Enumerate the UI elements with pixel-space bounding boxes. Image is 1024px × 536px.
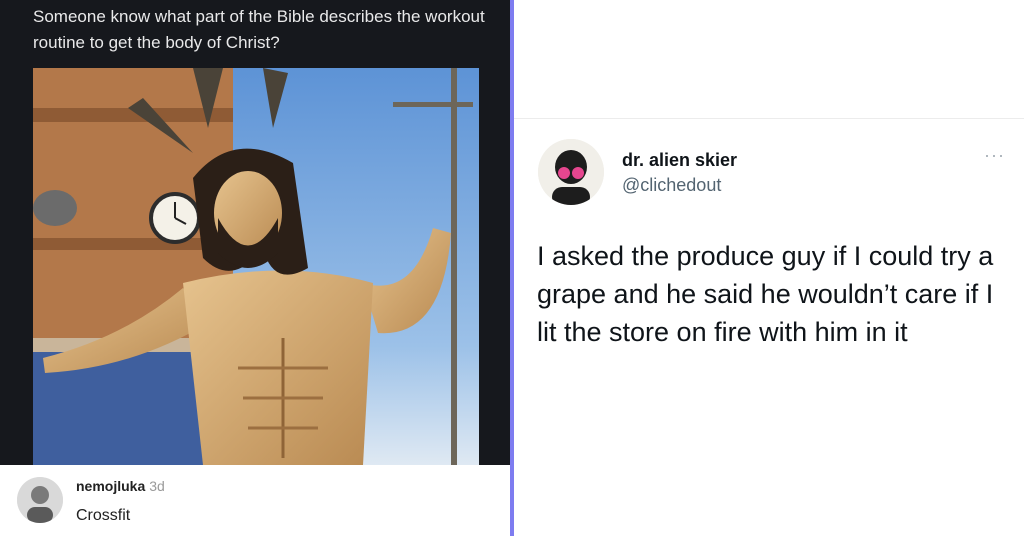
tweet-handle[interactable]: @clichedout bbox=[622, 175, 721, 196]
user-avatar-icon bbox=[17, 477, 63, 523]
comment: nemojluka 3d Crossfit bbox=[0, 465, 510, 536]
profile-avatar-icon bbox=[538, 139, 604, 205]
tweet-display-name[interactable]: dr. alien skier bbox=[622, 150, 737, 171]
more-options-icon[interactable]: ··· bbox=[984, 145, 1005, 166]
statue-photo-illustration bbox=[33, 68, 479, 465]
comment-avatar[interactable] bbox=[17, 477, 63, 523]
post-title: Someone know what part of the Bible desc… bbox=[33, 7, 485, 52]
comment-username-text[interactable]: nemojluka bbox=[76, 478, 145, 494]
reddit-post-panel: Someone know what part of the Bible desc… bbox=[0, 0, 510, 536]
comment-username[interactable]: nemojluka 3d bbox=[76, 478, 165, 494]
post-image[interactable] bbox=[33, 68, 479, 465]
tweet-text: I asked the produce guy if I could try a… bbox=[537, 241, 994, 347]
comment-text: Crossfit bbox=[76, 507, 131, 524]
tweet-card: dr. alien skier @clichedout ··· I asked … bbox=[514, 118, 1024, 536]
comment-time: 3d bbox=[149, 478, 165, 494]
tweet-panel: dr. alien skier @clichedout ··· I asked … bbox=[514, 0, 1024, 536]
tweet-avatar[interactable] bbox=[538, 139, 604, 205]
